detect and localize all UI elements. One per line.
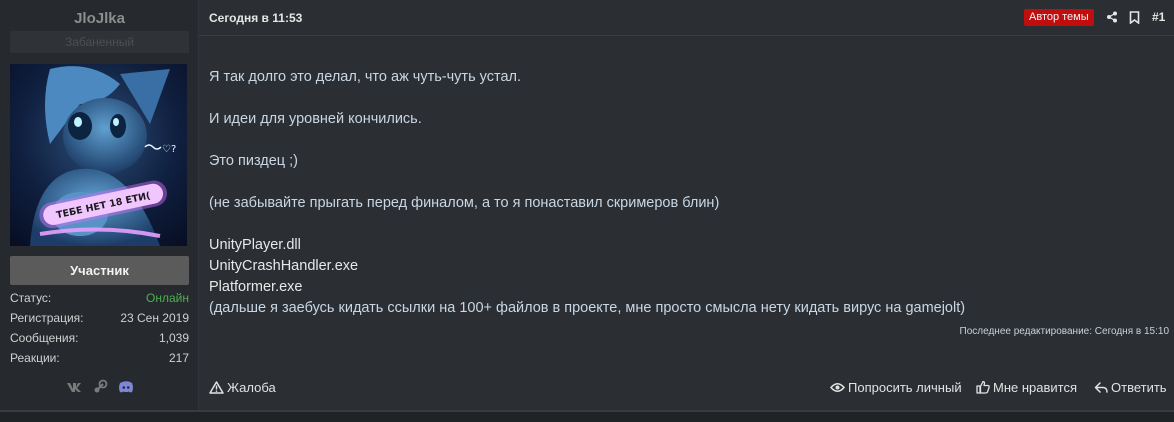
stat-row-messages: Сообщения: 1,039 [10,332,189,352]
like-button[interactable]: Мне нравится [976,376,1077,398]
post-line: И идеи для уровней кончились. [209,111,422,127]
reply-button[interactable]: Ответить [1094,376,1167,398]
stat-row-registration: Регистрация: 23 Сен 2019 [10,312,189,332]
eye-icon [830,382,845,392]
stat-label: Статус: [10,291,52,305]
stat-label: Реакции: [10,351,60,365]
stat-label: Сообщения: [10,331,79,345]
stat-row-reactions: Реакции: 217 [10,352,189,372]
svg-text:♡?: ♡? [162,144,176,155]
user-panel: JloJlka Забаненный ♡? ТЕБЕ НЕТ 18 ЕТИ(У… [0,0,199,410]
file-name: Platformer.exe [209,279,303,295]
next-post-area [0,412,1174,422]
share-icon[interactable] [1104,9,1120,25]
discord-icon[interactable] [118,379,134,395]
post-date[interactable]: Сегодня в 11:53 [209,11,302,25]
avatar[interactable]: ♡? ТЕБЕ НЕТ 18 ЕТИ( [10,64,187,246]
ask-private-label: Попросить личный [848,379,962,395]
stat-label: Регистрация: [10,311,84,325]
like-label: Мне нравится [993,379,1078,395]
report-label: Жалоба [227,379,276,395]
post-header: Сегодня в 11:53 Автор темы #1 [199,0,1174,36]
vk-icon[interactable] [66,379,82,395]
edited-note: Последнее редактирование: Сегодня в 15:1… [959,326,1169,337]
stat-value: 23 Сен 2019 [120,311,189,325]
ask-private-button[interactable]: Попросить личный [830,376,962,398]
report-button[interactable]: Жалоба [209,376,276,398]
reply-label: Ответить [1111,379,1167,395]
bookmark-icon[interactable] [1126,9,1142,25]
post-line: (не забывайте прыгать перед финалом, а т… [209,195,720,211]
user-stats: Статус: Онлайн Регистрация: 23 Сен 2019 … [10,292,189,372]
ban-status-badge: Забаненный [10,31,189,53]
file-name: UnityCrashHandler.exe [209,258,359,274]
post-line: Я так долго это делал, что аж чуть-чуть … [209,69,522,85]
stat-value: 217 [168,351,189,365]
warning-icon [209,380,224,394]
username[interactable]: JloJlka [0,10,199,27]
steam-icon[interactable] [92,379,108,395]
stat-row-status: Статус: Онлайн [10,292,189,312]
role-badge: Участник [10,256,189,285]
post-footer: Жалоба Попросить личный Мне нравится Отв… [199,376,1174,398]
post-number[interactable]: #1 [1152,10,1165,24]
social-links [66,379,134,395]
post-container: JloJlka Забаненный ♡? ТЕБЕ НЕТ 18 ЕТИ(У… [0,0,1174,410]
post-body: Я так долго это делал, что аж чуть-чуть … [209,67,1169,319]
stat-value[interactable]: 1,039 [159,332,189,352]
stat-value-online: Онлайн [146,291,189,305]
author-badge: Автор темы [1024,9,1094,26]
thumbs-up-icon [976,380,990,394]
post-line: (дальше я заебусь кидать ссылки на 100+ … [209,300,966,316]
file-name: UnityPlayer.dll [209,237,301,253]
post-line: Это пиздец ;) [209,153,298,169]
post-main: Сегодня в 11:53 Автор темы #1 Я так долг… [199,0,1174,410]
reply-icon [1094,381,1108,393]
